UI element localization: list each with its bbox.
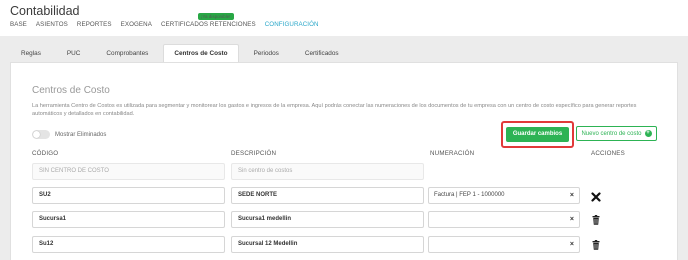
app-title: Contabilidad: [10, 4, 80, 18]
trash-icon[interactable]: [591, 240, 601, 250]
tab-comprobantes[interactable]: Comprobantes: [95, 44, 159, 62]
nav-exogena[interactable]: EXOGENA: [121, 21, 152, 28]
new-cost-center-label: Nuevo centro de costo: [581, 130, 642, 137]
section-description: La herramienta Centro de Costos es utili…: [32, 103, 637, 117]
nav-asientos[interactable]: ASIENTOS: [36, 21, 68, 28]
code-input[interactable]: Sucursa1: [32, 211, 225, 228]
column-header-actions: ACCIONES: [591, 150, 625, 157]
column-header-numbering: NUMERACIÓN: [430, 150, 475, 157]
nav-configuracion[interactable]: CONFIGURACIÓN: [265, 21, 319, 28]
tab-reglas[interactable]: Reglas: [10, 44, 52, 62]
trash-icon[interactable]: [591, 215, 601, 225]
top-nav: BASE ASIENTOS REPORTES EXOGENA ¡Ya dispo…: [10, 13, 319, 28]
description-input[interactable]: Sucursal 12 Medellin: [231, 236, 424, 253]
tab-certificados[interactable]: Certificados: [294, 44, 350, 62]
nav-certificados-label: CERTIFICADOS RETENCIONES: [160, 21, 256, 28]
section-title: Centros de Costo: [32, 85, 110, 96]
no-cost-center-description: Sin centro de costos: [231, 163, 424, 180]
numbering-select[interactable]: ×: [428, 236, 580, 253]
nav-reportes[interactable]: REPORTES: [77, 21, 112, 28]
tab-bar: Reglas PUC Comprobantes Centros de Costo…: [10, 44, 350, 62]
show-deleted-row: Mostrar Eliminados: [32, 130, 106, 139]
numbering-select[interactable]: ×: [428, 211, 580, 228]
cost-center-panel: Centros de Costo La herramienta Centro d…: [10, 62, 678, 260]
numbering-select[interactable]: Factura | FEP 1 - 1000000 ×: [428, 187, 580, 204]
code-input[interactable]: Su12: [32, 236, 225, 253]
clear-numbering-icon[interactable]: ×: [570, 188, 574, 203]
description-input[interactable]: SEDE NORTE: [231, 187, 424, 204]
column-header-description: DESCRIPCIÓN: [231, 150, 277, 157]
plus-circle-icon: +: [644, 130, 652, 137]
new-badge: ¡Ya disponible!: [197, 13, 234, 21]
no-cost-center-code: SIN CENTRO DE COSTO: [32, 163, 225, 180]
top-bar: Contabilidad BASE ASIENTOS REPORTES EXOG…: [0, 0, 688, 36]
description-input[interactable]: Sucursa1 medellin: [231, 211, 424, 228]
nav-base[interactable]: BASE: [10, 21, 27, 28]
tab-periodos[interactable]: Periodos: [243, 44, 290, 62]
numbering-value: Factura | FEP 1 - 1000000: [434, 192, 505, 198]
tab-puc[interactable]: PUC: [56, 44, 92, 62]
tab-centros-de-costo[interactable]: Centros de Costo: [163, 44, 239, 62]
toggle-knob: [33, 131, 40, 138]
show-deleted-label: Mostrar Eliminados: [55, 131, 107, 138]
nav-certificados-retenciones[interactable]: ¡Ya disponible! CERTIFICADOS RETENCIONES: [160, 13, 256, 28]
new-cost-center-button[interactable]: Nuevo centro de costo +: [576, 126, 657, 141]
clear-numbering-icon[interactable]: ×: [570, 237, 574, 252]
save-changes-button[interactable]: Guardar cambios: [506, 127, 569, 142]
clear-numbering-icon[interactable]: ×: [570, 212, 574, 227]
code-input[interactable]: SU2: [32, 187, 225, 204]
delete-x-icon[interactable]: [591, 192, 601, 202]
column-header-code: CÓDIGO: [32, 150, 59, 157]
show-deleted-toggle[interactable]: [32, 130, 50, 139]
